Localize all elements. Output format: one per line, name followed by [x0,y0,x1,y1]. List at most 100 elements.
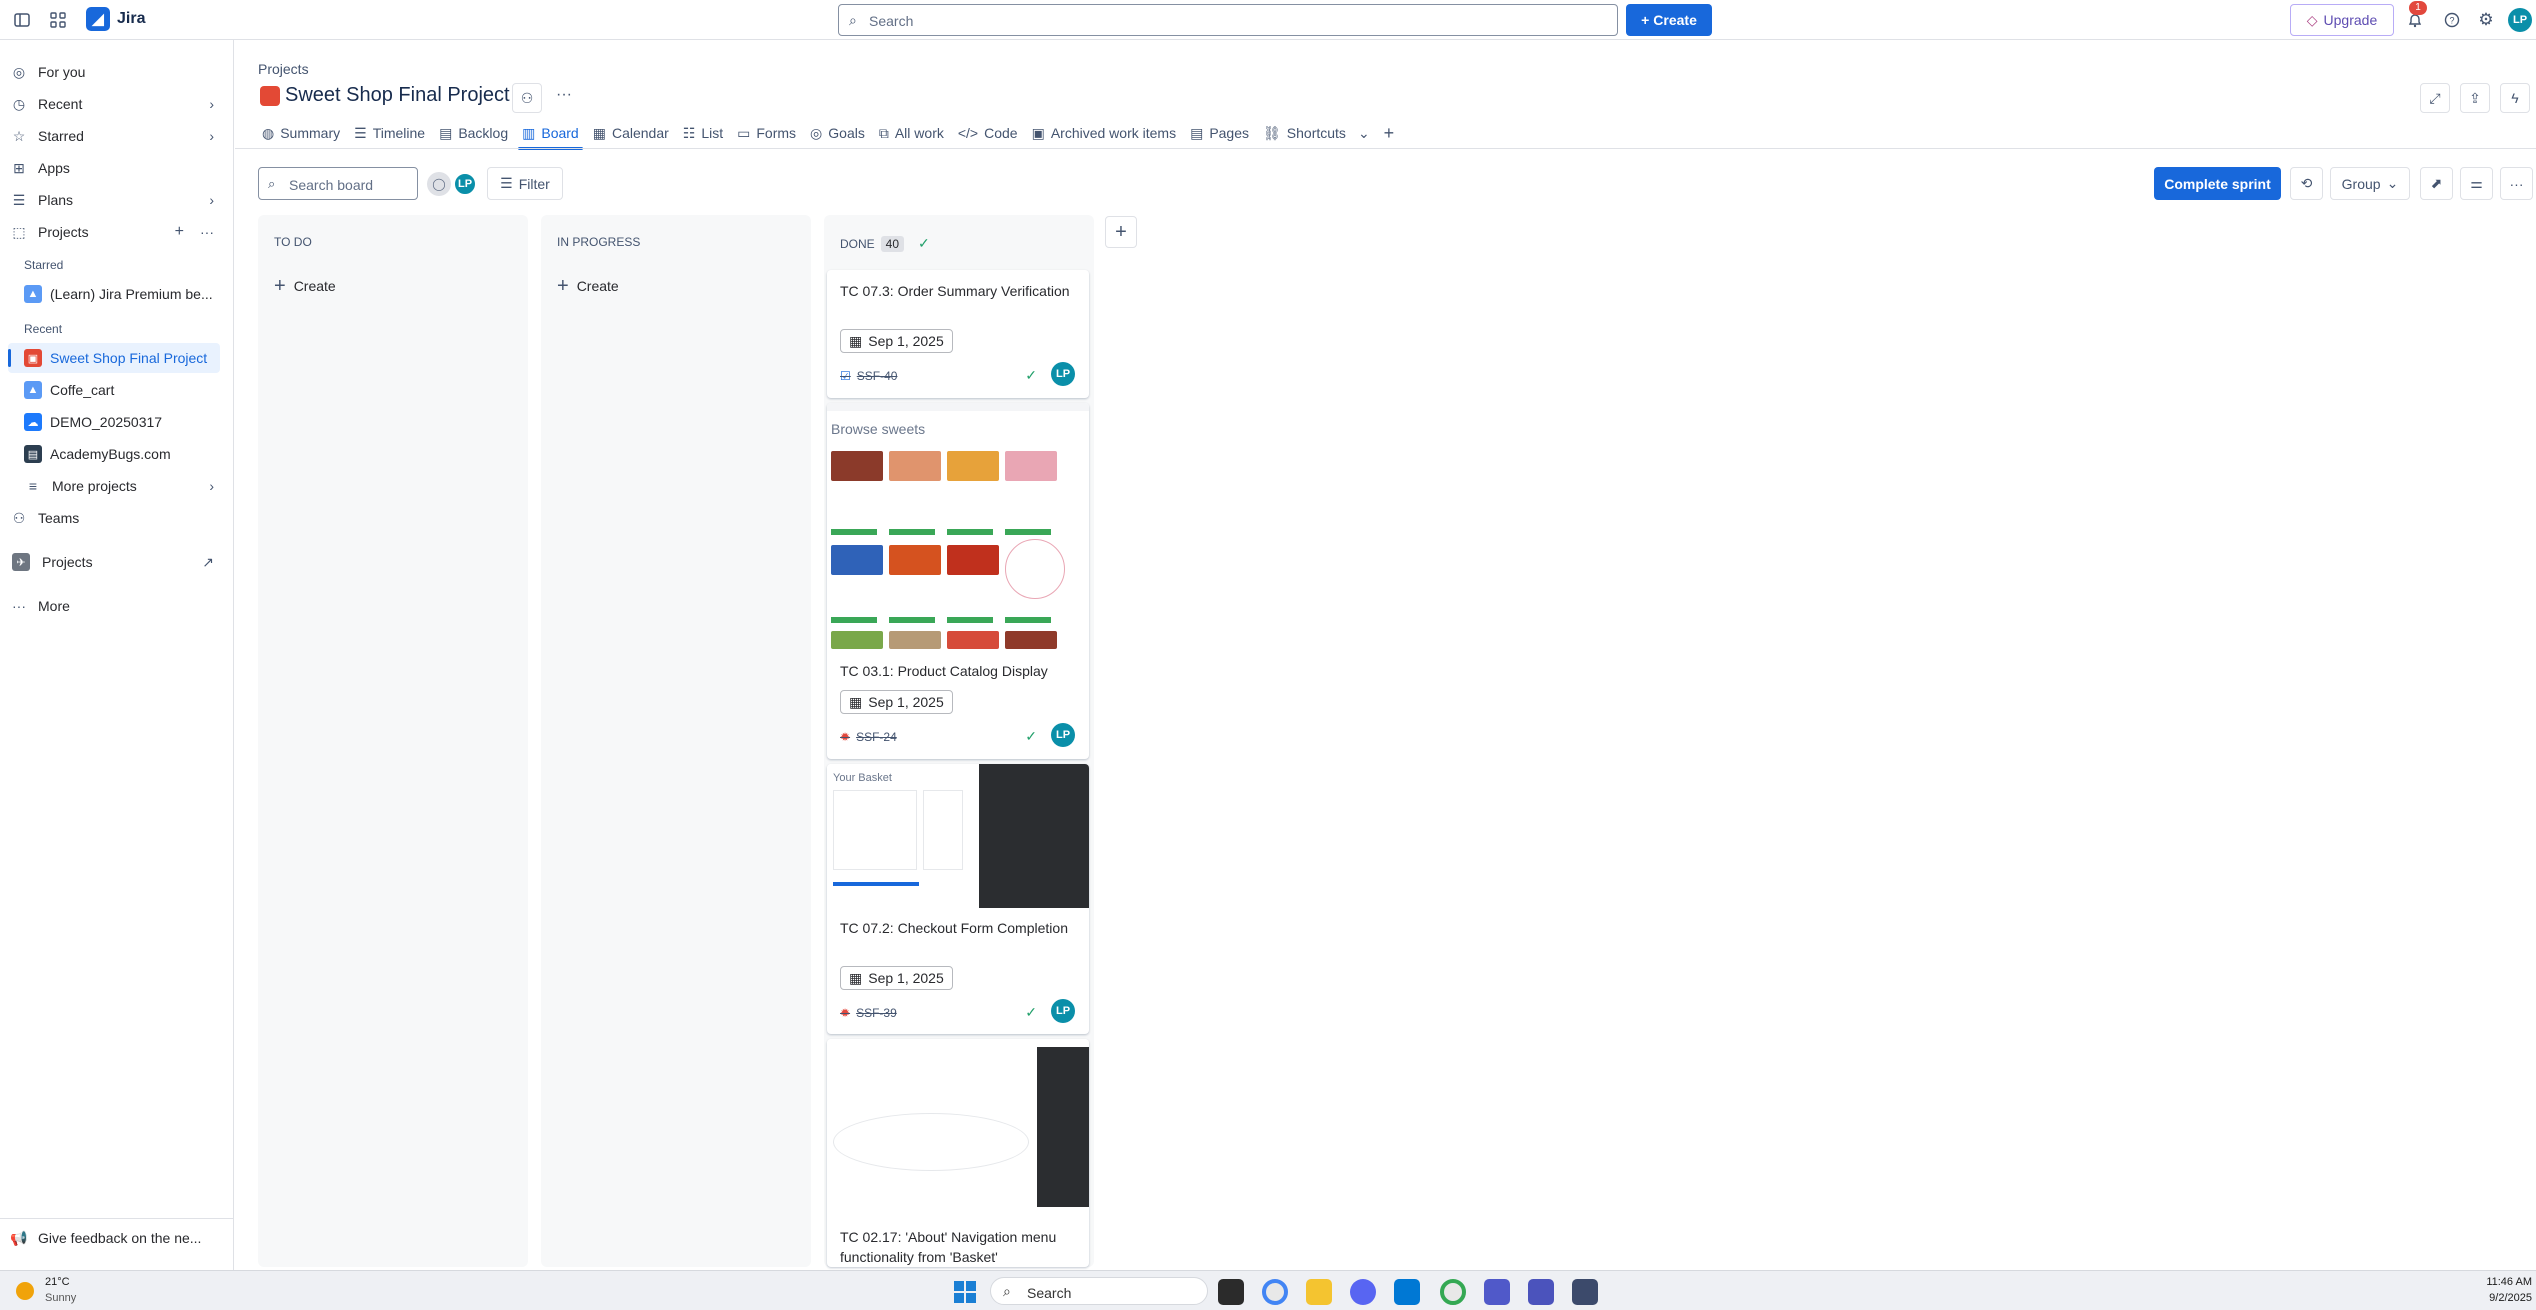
file-explorer-icon[interactable] [1306,1279,1332,1305]
sidebar-item-recent[interactable]: ◷ Recent › [8,89,220,119]
tab-timeline[interactable]: ☰ Timeline [350,118,435,148]
sidebar-item-teams[interactable]: ⚇ Teams [8,503,220,533]
clock-date: 9/2/2025 [2489,1292,2532,1304]
sidebar-project-learn-jira[interactable]: ▲ (Learn) Jira Premium be... [8,279,220,309]
chrome-profile-icon[interactable] [1440,1279,1466,1305]
help-icon[interactable]: ? [2438,6,2466,34]
user-avatar[interactable]: LP [2508,8,2532,32]
project-avatar-icon: ▲ [24,285,42,303]
plans-icon: ☰ [12,191,26,208]
task-view-icon[interactable] [1218,1279,1244,1305]
project-avatar-icon: ☁ [24,413,42,431]
calendar-icon: ▦ [592,124,606,141]
teams-icon: ⚇ [12,509,26,526]
add-column-button[interactable]: + [1105,216,1137,248]
tab-all-work[interactable]: ⧉ All work [875,118,954,148]
tab-code[interactable]: </> Code [954,118,1028,148]
issue-key[interactable]: ✹ SSF-24 [840,730,897,744]
card-thumbnail-image [827,1039,1089,1217]
team-people-icon[interactable]: ⚇ [512,83,542,113]
tab-backlog[interactable]: ▤ Backlog [435,118,518,148]
jira-logo-icon[interactable]: ◢ [86,7,110,31]
filter-button[interactable]: ☰ Filter [487,167,563,200]
unassigned-avatar-icon[interactable]: ◯ [427,172,451,196]
group-by-select[interactable]: Group ⌄ [2330,167,2410,200]
app-name[interactable]: Jira [117,10,145,28]
discord-icon[interactable] [1350,1279,1376,1305]
sidebar-item-projects-external[interactable]: ✈ Projects ↗ [8,547,220,577]
more-options-icon[interactable]: ··· [2500,167,2533,200]
app-switcher-icon[interactable] [44,6,72,34]
timeline-icon: ☰ [354,124,367,141]
give-feedback-link[interactable]: 📢 Give feedback on the ne... [8,1223,220,1253]
teams-icon[interactable] [1484,1279,1510,1305]
tab-board[interactable]: ▥ Board [518,118,589,150]
issue-card[interactable]: TC 02.17: 'About' Navigation menu functi… [827,1039,1089,1267]
teams-work-icon[interactable] [1528,1279,1554,1305]
more-options-icon[interactable]: ··· [200,224,214,240]
create-button[interactable]: + Create [1626,4,1712,36]
search-board-input[interactable]: ⌕ Search board [258,167,418,200]
more-actions-icon[interactable]: ··· [556,86,572,104]
add-tab-button[interactable]: + [1380,118,1405,148]
archive-icon: ▣ [1031,124,1045,141]
chrome-icon[interactable] [1262,1279,1288,1305]
bug-icon: ✹ [840,730,851,744]
tab-forms[interactable]: ▭ Forms [733,118,806,148]
starred-section-heading: Starred [24,258,64,272]
calendar-icon: ▦ [849,969,863,986]
fullscreen-icon[interactable]: ⤢ [2420,83,2450,113]
issue-card[interactable]: TC 07.3: Order Summary Verification ▦ Se… [827,270,1089,398]
view-settings-icon[interactable]: ⚌ [2460,167,2493,200]
sidebar-project-coffe-cart[interactable]: ▲ Coffe_cart [8,375,220,405]
assignee-filter-avatar[interactable]: LP [453,172,477,196]
sidebar-divider [0,1218,233,1219]
windows-start-icon[interactable] [954,1281,976,1303]
tab-goals[interactable]: ◎ Goals [806,118,875,148]
sidebar-item-starred[interactable]: ☆ Starred › [8,121,220,151]
sidebar-item-plans[interactable]: ☰ Plans › [8,185,220,215]
create-issue-button[interactable]: + Create [557,276,619,296]
vscode-icon[interactable] [1394,1279,1420,1305]
thumbnail-heading: Your Basket [833,772,892,784]
issue-card[interactable]: Browse sweets TC 03.1: Product Catalog D… [827,403,1089,759]
assignee-avatar[interactable]: LP [1051,362,1075,386]
breadcrumb[interactable]: Projects [258,61,309,77]
global-search-input[interactable]: ⌕ Search [838,4,1618,36]
sidebar-item-more[interactable]: ··· More [8,591,220,621]
sidebar-item-projects[interactable]: ⬚ Projects + ··· [8,217,220,247]
add-project-icon[interactable]: + [175,223,184,241]
sidebar-more-projects[interactable]: ≡ More projects › [8,471,220,501]
tab-shortcuts[interactable]: ⛓ Shortcuts ⌄ [1259,118,1380,148]
sidebar-project-academybugs[interactable]: ▤ AcademyBugs.com [8,439,220,469]
taskbar-search-input[interactable]: ⌕ Search [990,1277,1208,1305]
sidebar-project-demo[interactable]: ☁ DEMO_20250317 [8,407,220,437]
insights-chart-icon[interactable]: ⬈ [2420,167,2453,200]
sidebar-item-apps[interactable]: ⊞ Apps [8,153,220,183]
create-issue-button[interactable]: + Create [274,276,336,296]
backlog-icon: ▤ [439,124,453,141]
chevron-down-icon: ⌄ [1357,124,1370,141]
automation-lightning-icon[interactable]: ϟ [2500,83,2530,113]
sprint-refresh-icon[interactable]: ⟲ [2290,167,2323,200]
share-icon[interactable]: ⇪ [2460,83,2490,113]
issue-key[interactable]: ☑ SSF-40 [840,369,897,383]
issue-card[interactable]: Your Basket TC 07.2: Checkout Form Compl… [827,764,1089,1034]
sidebar-toggle-icon[interactable] [8,6,36,34]
complete-sprint-button[interactable]: Complete sprint [2154,167,2281,200]
upgrade-button[interactable]: ◇ Upgrade [2290,4,2394,36]
tab-calendar[interactable]: ▦ Calendar [589,118,679,148]
sidebar-project-sweet-shop[interactable]: ▣ Sweet Shop Final Project [8,343,220,373]
tab-archived-work-items[interactable]: ▣ Archived work items [1028,118,1187,148]
tab-summary[interactable]: ◍ Summary [258,118,350,148]
assignee-avatar[interactable]: LP [1051,999,1075,1023]
issue-key[interactable]: ✹ SSF-39 [840,1006,897,1020]
remote-desktop-icon[interactable] [1572,1279,1598,1305]
settings-gear-icon[interactable]: ⚙ [2472,6,2500,34]
tab-pages[interactable]: ▤ Pages [1186,118,1259,148]
card-thumbnail-image: Browse sweets [827,403,1089,653]
windows-taskbar: 21°C Sunny ⌕ Search 11:46 AM 9/2/2025 [0,1270,2536,1310]
tab-list[interactable]: ☷ List [679,118,733,148]
sidebar-item-for-you[interactable]: ◎ For you [8,57,220,87]
assignee-avatar[interactable]: LP [1051,723,1075,747]
